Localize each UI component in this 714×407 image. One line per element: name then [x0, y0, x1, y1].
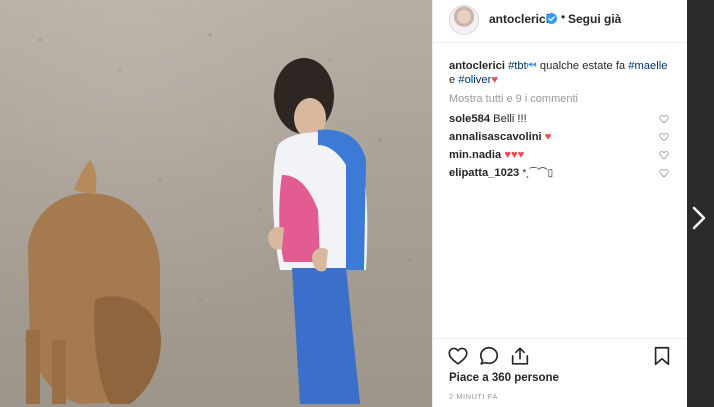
comment-text: ♥♥♥ — [504, 149, 525, 161]
post-caption: antoclerici #tbt⏮ qualche estate fa #mae… — [449, 59, 671, 87]
actions-divider — [433, 338, 687, 339]
comment-item: annalisascavolini ♥ — [449, 128, 671, 146]
caption-heart: ♥ — [491, 74, 498, 86]
comment-item: sole584 Belli !!! — [449, 110, 671, 128]
beach-scene-illustration — [23, 33, 412, 404]
chevron-right-icon[interactable] — [692, 206, 706, 230]
verified-badge-icon — [546, 13, 557, 24]
comment-item: min.nadia ♥♥♥ — [449, 146, 671, 164]
post-side-panel: antoclerici • Segui già antoclerici #tbt… — [432, 0, 687, 407]
likes-count[interactable]: Piace a 360 persone — [449, 372, 559, 384]
comment-like-icon[interactable] — [659, 168, 669, 178]
caption-text-2: e — [449, 74, 459, 86]
view-all-comments-link[interactable]: Mostra tutti e 9 i commenti — [449, 93, 578, 105]
hashtag-oliver[interactable]: #oliver — [458, 74, 491, 86]
post-photo[interactable] — [0, 0, 432, 407]
child-figure — [268, 58, 368, 404]
hashtag-tbt[interactable]: #tbt — [508, 60, 527, 72]
comment-bubble-icon[interactable] — [478, 345, 500, 367]
comment-username[interactable]: annalisascavolini — [449, 131, 542, 143]
avatar[interactable] — [449, 5, 479, 35]
heart-outline-icon[interactable] — [447, 345, 469, 367]
follow-status-button[interactable]: Segui già — [568, 12, 621, 26]
separator-dot: • — [561, 10, 566, 24]
post-header: antoclerici • Segui già — [433, 0, 687, 43]
caption-username[interactable]: antoclerici — [449, 60, 505, 72]
comment-text: Belli !!! — [493, 113, 527, 125]
bookmark-icon[interactable] — [651, 345, 673, 367]
hashtag-maelle[interactable]: #maelle — [628, 60, 667, 72]
comment-username[interactable]: min.nadia — [449, 149, 501, 161]
comment-username[interactable]: sole584 — [449, 113, 490, 125]
header-username[interactable]: antoclerici — [489, 12, 549, 26]
tbt-emoji: ⏮ — [526, 60, 537, 72]
share-icon[interactable] — [509, 345, 531, 367]
comment-like-icon[interactable] — [659, 114, 669, 124]
comment-item: elipatta_1023 *˛⁀⌒▯ — [449, 164, 671, 182]
post-timestamp: 2 MINUTI FA — [449, 392, 498, 401]
dog-figure — [26, 160, 161, 404]
comment-text: *˛⁀⌒▯ — [522, 168, 554, 179]
comment-like-icon[interactable] — [659, 132, 669, 142]
comment-username[interactable]: elipatta_1023 — [449, 167, 519, 179]
comment-text: ♥ — [544, 131, 552, 143]
comment-like-icon[interactable] — [659, 150, 669, 160]
caption-text-1: qualche estate fa — [536, 60, 629, 72]
